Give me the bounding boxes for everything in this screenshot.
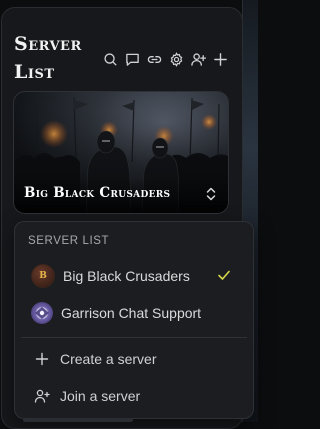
link-icon[interactable] [147, 52, 162, 67]
server-item-big-black-crusaders[interactable]: B Big Black Crusaders [21, 259, 247, 293]
server-avatar: B [31, 264, 55, 288]
search-icon[interactable] [103, 52, 118, 67]
server-avatar [31, 302, 53, 324]
server-switcher-dropdown: SERVER LIST B Big Black Crusaders Garris… [14, 221, 254, 419]
create-server-label: Create a server [60, 351, 157, 367]
chat-icon[interactable] [125, 52, 140, 67]
join-server-label: Join a server [60, 388, 141, 404]
page-title: Server List [14, 33, 82, 83]
add-user-icon[interactable] [191, 52, 206, 67]
server-item-garrison-chat-support[interactable]: Garrison Chat Support [21, 296, 247, 330]
server-item-label: Garrison Chat Support [61, 305, 202, 321]
join-server-button[interactable]: Join a server [21, 379, 247, 413]
obscured-list-item [23, 418, 133, 422]
add-user-icon [34, 388, 50, 404]
check-icon [218, 270, 230, 280]
gear-icon[interactable] [169, 51, 184, 67]
dropdown-heading: SERVER LIST [28, 235, 110, 247]
plus-icon[interactable] [213, 52, 228, 67]
server-item-label: Big Black Crusaders [63, 268, 190, 284]
create-server-button[interactable]: Create a server [21, 342, 247, 376]
server-banner[interactable]: Big Black Crusaders [13, 91, 229, 214]
sidebar-toolbar [103, 51, 228, 67]
current-server-name: Big Black Crusaders [24, 185, 171, 201]
chevron-up-down-icon[interactable] [204, 186, 218, 202]
plus-icon [34, 351, 50, 367]
dropdown-divider [21, 337, 247, 338]
